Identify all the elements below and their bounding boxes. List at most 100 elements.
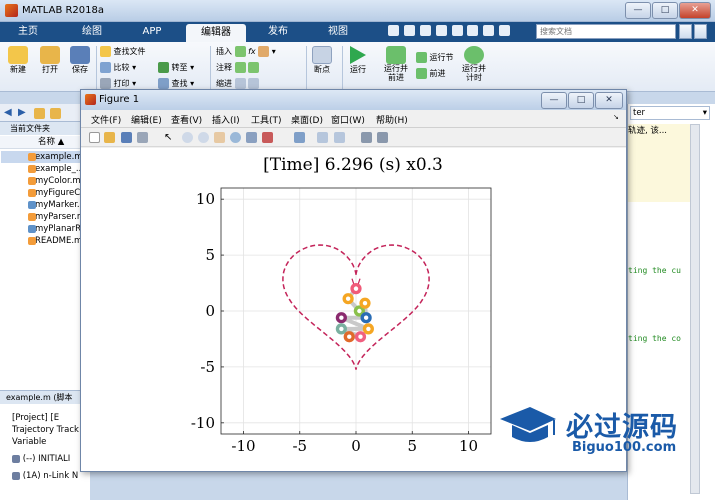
code-comment: ting the co bbox=[628, 334, 681, 343]
run-and-time-button[interactable]: 运行并 计时 bbox=[462, 46, 486, 82]
ribbon-separator bbox=[96, 46, 97, 90]
colorbar-icon[interactable] bbox=[317, 132, 328, 143]
data-cursor-icon[interactable] bbox=[246, 132, 257, 143]
tab-publish[interactable]: 发布 bbox=[256, 22, 300, 42]
comment-button[interactable]: 注释 bbox=[216, 62, 260, 73]
search-icon[interactable] bbox=[679, 24, 692, 39]
find-files-button[interactable]: 查找文件 bbox=[100, 46, 146, 57]
menu-file[interactable]: 文件(F) bbox=[91, 113, 121, 126]
run-and-time-icon bbox=[464, 46, 484, 64]
rotate-icon[interactable] bbox=[230, 132, 241, 143]
run-section-button[interactable]: 运行节 bbox=[416, 52, 454, 63]
tab-plots[interactable]: 绘图 bbox=[72, 22, 112, 42]
x-tick-label: 5 bbox=[407, 437, 417, 455]
save-quick-icon[interactable] bbox=[388, 25, 399, 36]
ribbon-collapse-icon[interactable] bbox=[694, 24, 707, 39]
redo-icon[interactable] bbox=[467, 25, 479, 36]
name-column-header[interactable]: 名称 ▲ bbox=[0, 136, 90, 149]
menu-help[interactable]: 帮助(H) bbox=[376, 113, 408, 126]
tab-editor[interactable]: 编辑器 bbox=[186, 24, 246, 42]
menu-dock-icon[interactable]: ↘ bbox=[613, 113, 619, 121]
section-item[interactable]: (--) INITIALI bbox=[12, 454, 70, 464]
pan-icon[interactable] bbox=[214, 132, 225, 143]
breakpoints-button[interactable]: 断点 bbox=[312, 46, 332, 75]
m-file-icon bbox=[28, 165, 36, 173]
advance-button[interactable]: 前进 bbox=[416, 68, 446, 79]
print-figure-icon[interactable] bbox=[137, 132, 148, 143]
cut-icon[interactable] bbox=[403, 25, 415, 36]
search-documentation-input[interactable] bbox=[536, 24, 676, 39]
maximize-button[interactable]: □ bbox=[652, 2, 678, 19]
y-tick-label: 0 bbox=[205, 302, 215, 320]
find-button[interactable]: 查找 ▾ bbox=[158, 78, 194, 89]
m-file-icon bbox=[28, 177, 36, 185]
compare-button[interactable]: 比较 ▾ bbox=[100, 62, 136, 73]
run-icon bbox=[350, 46, 366, 64]
switch-window-icon[interactable] bbox=[483, 25, 495, 36]
figure-maximize-button[interactable]: □ bbox=[568, 92, 594, 109]
link-joint-center bbox=[363, 315, 369, 320]
file-item[interactable]: example.m bbox=[28, 151, 83, 163]
minimize-button[interactable]: — bbox=[625, 2, 651, 19]
back-arrow-icon[interactable]: ◀ bbox=[4, 107, 12, 118]
tab-home[interactable]: 主页 bbox=[8, 22, 48, 42]
run-button[interactable]: 运行 bbox=[350, 46, 366, 75]
browse-folder-icon[interactable] bbox=[50, 108, 61, 119]
x-tick-label: 0 bbox=[351, 437, 361, 455]
menu-window[interactable]: 窗口(W) bbox=[331, 113, 365, 126]
menu-desktop[interactable]: 桌面(D) bbox=[291, 113, 323, 126]
copy-icon[interactable] bbox=[419, 25, 431, 36]
menu-view[interactable]: 查看(V) bbox=[171, 113, 202, 126]
figure-minimize-button[interactable]: — bbox=[541, 92, 567, 109]
link-plot-icon[interactable] bbox=[294, 132, 305, 143]
open-button[interactable]: 打开 bbox=[40, 46, 60, 75]
chart-title: [Time] 6.296 (s) x0.3 bbox=[263, 155, 443, 175]
section-item[interactable]: (1A) n-Link N bbox=[12, 471, 78, 481]
goto-button[interactable]: 转至 ▾ bbox=[158, 62, 194, 73]
undo-icon[interactable] bbox=[451, 25, 463, 36]
legend-icon[interactable] bbox=[334, 132, 345, 143]
new-button[interactable]: 新建 bbox=[8, 46, 28, 75]
x-tick-label: 10 bbox=[459, 437, 478, 455]
file-item[interactable]: myColor.m bbox=[28, 175, 81, 187]
details-header: example.m (脚本 bbox=[0, 391, 90, 404]
editor-ribbon: 新建 打开 保存 查找文件 比较 ▾ 打印 ▾ 转至 ▾ 查找 ▾ 插入 fx … bbox=[0, 42, 715, 92]
menu-edit[interactable]: 编辑(E) bbox=[131, 113, 162, 126]
file-item[interactable]: myMarker... bbox=[28, 199, 85, 211]
editor-scrollbar[interactable] bbox=[690, 124, 700, 494]
menu-tools[interactable]: 工具(T) bbox=[251, 113, 282, 126]
menu-insert[interactable]: 插入(I) bbox=[212, 113, 240, 126]
matlab-logo-icon bbox=[5, 4, 18, 17]
zoom-in-icon[interactable] bbox=[182, 132, 193, 143]
insert-code-icon bbox=[258, 46, 270, 57]
file-item[interactable]: myParser.m bbox=[28, 211, 85, 223]
close-button[interactable]: ✕ bbox=[679, 2, 711, 19]
up-folder-icon[interactable] bbox=[34, 108, 45, 119]
open-file-icon[interactable] bbox=[104, 132, 115, 143]
run-and-advance-button[interactable]: 运行并 前进 bbox=[384, 46, 408, 82]
brush-icon[interactable] bbox=[262, 132, 273, 143]
figure-close-button[interactable]: ✕ bbox=[595, 92, 623, 109]
ribbon-separator bbox=[342, 46, 343, 90]
details-panel: example.m (脚本 [Project] [E Trajectory Tr… bbox=[0, 390, 90, 500]
file-item[interactable]: example_... bbox=[28, 163, 84, 175]
link-joint-center bbox=[339, 315, 344, 320]
save-figure-icon[interactable] bbox=[121, 132, 132, 143]
pointer-icon[interactable]: ↖ bbox=[164, 132, 175, 143]
hide-plot-tools-icon[interactable] bbox=[361, 132, 372, 143]
zoom-out-icon[interactable] bbox=[198, 132, 209, 143]
save-button[interactable]: 保存 bbox=[70, 46, 90, 75]
indent-button[interactable]: 缩进 bbox=[216, 78, 260, 89]
show-plot-tools-icon[interactable] bbox=[377, 132, 388, 143]
print-button[interactable]: 打印 ▾ bbox=[100, 78, 136, 89]
robot-links-layer bbox=[335, 278, 374, 343]
paste-icon[interactable] bbox=[435, 25, 447, 36]
function-dropdown[interactable]: ter ▾ bbox=[630, 106, 710, 120]
new-figure-icon[interactable] bbox=[89, 132, 100, 143]
tab-view[interactable]: 视图 bbox=[316, 22, 360, 42]
help-icon[interactable] bbox=[499, 25, 511, 36]
y-tick-label: -5 bbox=[200, 358, 215, 376]
forward-arrow-icon[interactable]: ▶ bbox=[18, 107, 26, 118]
insert-button[interactable]: 插入 fx ▾ bbox=[216, 46, 276, 57]
tab-apps[interactable]: APP bbox=[132, 22, 172, 42]
